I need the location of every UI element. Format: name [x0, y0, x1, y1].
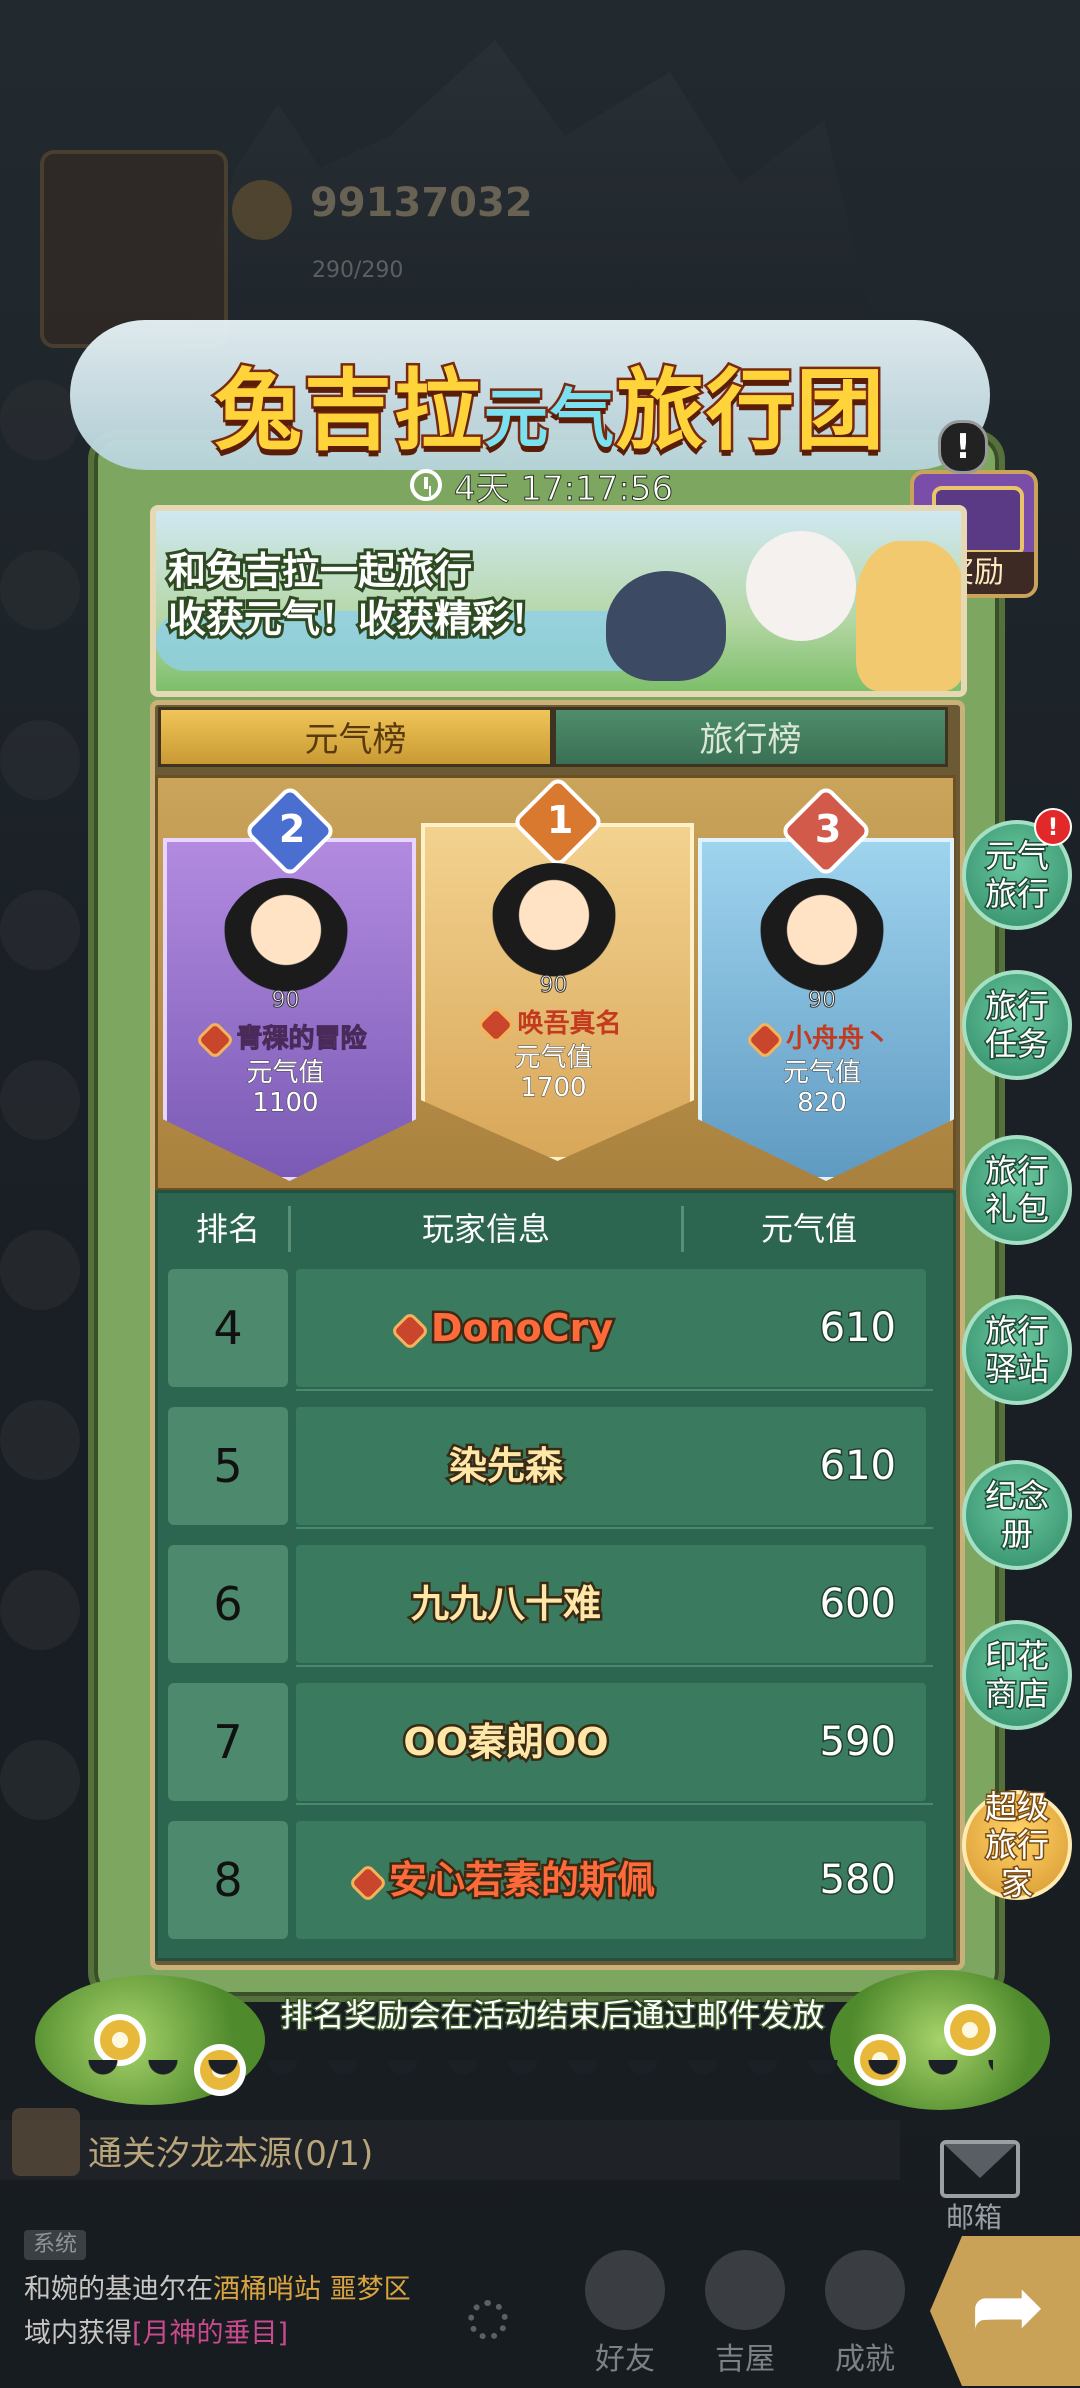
energy-value: 290/290: [312, 258, 404, 283]
quest-scroll-icon: [12, 2108, 80, 2176]
row-value: 600: [818, 1580, 897, 1629]
player-level: 90: [271, 988, 300, 1014]
alert-icon: !: [1034, 808, 1072, 846]
banner-slogan: 和兔吉拉一起旅行 收获元气！收获精彩！: [165, 546, 551, 644]
home-icon: [705, 2250, 785, 2330]
vip-icon: [199, 1023, 232, 1056]
trophy-icon: [825, 2250, 905, 2330]
side-button-travel-pack[interactable]: 旅行礼包: [962, 1135, 1072, 1245]
row-rank: 8: [168, 1821, 288, 1939]
player-name: 青稞的冒险: [163, 1018, 408, 1056]
player-avatar[interactable]: [40, 150, 228, 348]
monster-character-art: [606, 571, 726, 681]
side-button-stamp-shop[interactable]: 印花商店: [962, 1620, 1072, 1730]
left-sidebar-dimmed: [0, 380, 90, 2080]
currency-value: 99137032: [310, 180, 533, 226]
podium-card-rank-1[interactable]: 1 90 唤吾真名 元气值 1700: [421, 775, 694, 1161]
panel-scalloped-edge: [88, 2060, 993, 2090]
row-player-name: 九九八十难: [408, 1580, 603, 1629]
event-title: 兔吉拉元气旅行团: [211, 356, 887, 465]
value-label: 元气值: [514, 1043, 593, 1074]
bunny-girl-character-art: [856, 541, 961, 691]
podium: 2 90 青稞的冒险 元气值 1100 1 90 唤吾真名 元气值 1700 3…: [155, 775, 956, 1191]
player-name: 小舟舟丶: [698, 1018, 946, 1056]
row-player-name: OO秦朗OO: [401, 1718, 611, 1767]
mail-icon[interactable]: [940, 2140, 1020, 2198]
row-rank: 7: [168, 1683, 288, 1801]
player-name: 唤吾真名: [421, 1003, 686, 1041]
row-value: 580: [818, 1856, 897, 1905]
value-number: 820: [797, 1088, 848, 1119]
event-timer: 4天 17:17:56: [410, 462, 674, 509]
side-button-album[interactable]: 纪念册: [962, 1460, 1072, 1570]
vip-icon: [394, 1314, 426, 1347]
podium-card-rank-3[interactable]: 3 90 小舟舟丶 元气值 820: [698, 784, 954, 1181]
clock-icon: [410, 469, 442, 501]
timer-text: 4天 17:17:56: [453, 468, 674, 509]
ranking-list-header: 排名 玩家信息 元气值: [168, 1198, 943, 1260]
header-rank: 排名: [195, 1210, 260, 1248]
table-row[interactable]: 8 安心若素的斯佩 580: [168, 1815, 933, 1943]
friends-icon: [585, 2250, 665, 2330]
vip-icon: [749, 1023, 781, 1056]
player-level: 90: [539, 973, 568, 999]
nav-achievements[interactable]: 成就: [810, 2250, 920, 2378]
nav-friends[interactable]: 好友: [570, 2250, 680, 2378]
table-row[interactable]: 4 DonoCry 610: [168, 1263, 933, 1391]
gear-icon[interactable]: [468, 2300, 508, 2340]
ranking-list[interactable]: 排名 玩家信息 元气值 4 DonoCry 610 5 染先森 610 6 九九…: [155, 1190, 956, 1961]
flower-icon: [950, 2010, 990, 2050]
row-value: 610: [818, 1442, 897, 1491]
nav-home[interactable]: 吉屋: [690, 2250, 800, 2378]
header-player: 玩家信息: [421, 1210, 550, 1248]
quest-text: 通关汐龙本源(0/1): [88, 2134, 374, 2174]
coin-icon: [232, 180, 292, 240]
value-label: 元气值: [246, 1058, 325, 1089]
flower-icon: [100, 2020, 140, 2060]
side-button-travel-station[interactable]: 旅行驿站: [962, 1295, 1072, 1405]
header-value: 元气值: [760, 1210, 857, 1248]
row-rank: 6: [168, 1545, 288, 1663]
tab-vitality-rank[interactable]: 元气榜: [158, 707, 553, 767]
value-number: 1700: [520, 1073, 587, 1104]
podium-card-rank-2[interactable]: 2 90 青稞的冒险 元气值 1100: [163, 784, 416, 1181]
system-tag: 系统: [24, 2230, 86, 2260]
table-row[interactable]: 7 OO秦朗OO 590: [168, 1677, 933, 1805]
reward-notice: 排名奖励会在活动结束后通过邮件发放: [279, 1995, 826, 2036]
row-rank: 4: [168, 1269, 288, 1387]
row-value: 590: [818, 1718, 897, 1767]
vip-icon: [480, 1008, 513, 1041]
table-row[interactable]: 6 九九八十难 600: [168, 1539, 933, 1667]
side-button-travel-tasks[interactable]: 旅行任务: [962, 970, 1072, 1080]
row-rank: 5: [168, 1407, 288, 1525]
value-label: 元气值: [782, 1058, 861, 1089]
reward-alert-icon: !: [938, 420, 988, 474]
row-player-name: 安心若素的斯佩: [296, 1821, 716, 1939]
share-arrow-icon: ➦: [970, 2254, 1046, 2359]
row-value: 610: [818, 1304, 897, 1353]
player-level: 90: [808, 988, 837, 1014]
table-row[interactable]: 5 染先森 610: [168, 1401, 933, 1529]
tab-travel-rank[interactable]: 旅行榜: [553, 707, 948, 767]
event-hero-banner: 和兔吉拉一起旅行 收获元气！收获精彩！: [150, 505, 967, 697]
side-button-super-traveler[interactable]: 超级旅行家: [962, 1787, 1072, 1904]
row-player-name: DonoCry: [296, 1269, 716, 1387]
mail-label: 邮箱: [946, 2201, 1003, 2234]
ranking-tabs: 元气榜 旅行榜: [158, 707, 948, 767]
vip-icon: [352, 1866, 384, 1899]
row-player-name: 染先森: [446, 1442, 565, 1491]
system-message[interactable]: 和婉的基迪尔在酒桶哨站 噩梦区 域内获得[月神的垂目]: [24, 2268, 464, 2356]
fox-character-art: [746, 531, 856, 641]
value-number: 1100: [252, 1088, 319, 1119]
